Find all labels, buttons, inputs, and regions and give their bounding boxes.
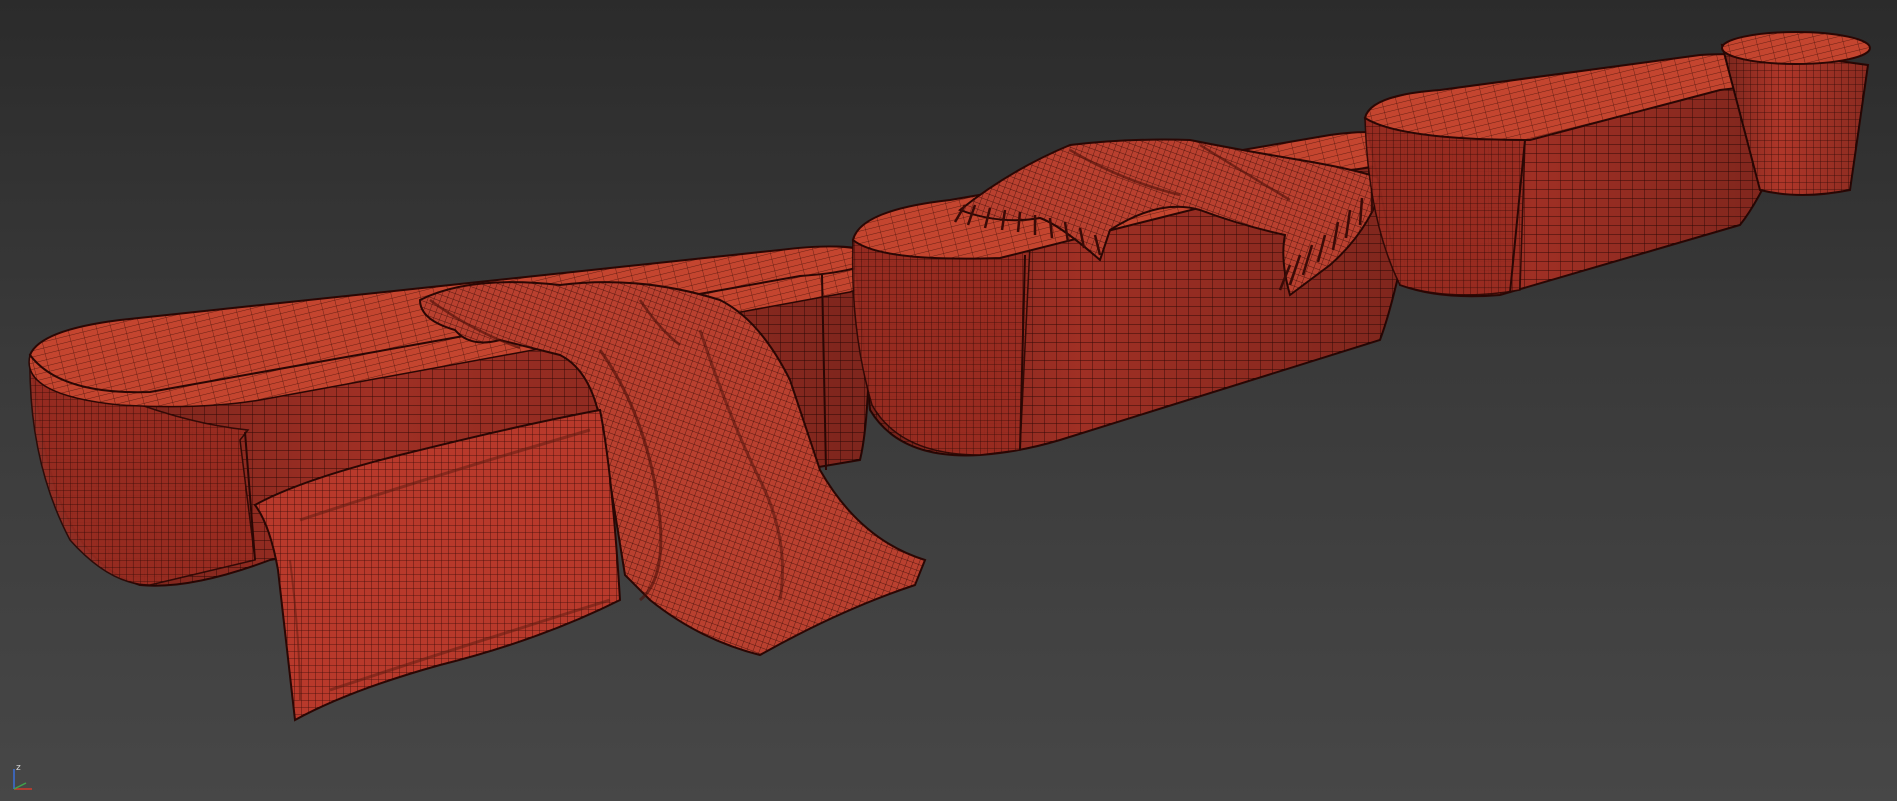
bench-3[interactable] [1363,53,1785,298]
3d-viewport[interactable]: z [0,0,1897,801]
scene-canvas[interactable] [0,0,1897,801]
axis-gizmo: z [13,763,32,790]
z-axis-label: z [16,763,21,773]
y-axis-line [13,782,27,790]
